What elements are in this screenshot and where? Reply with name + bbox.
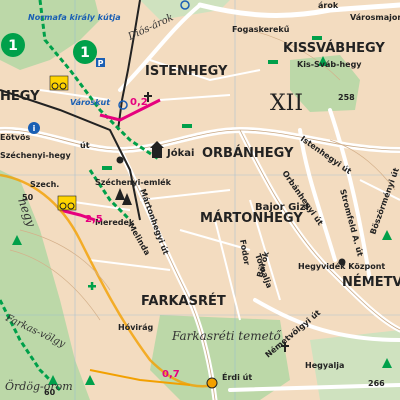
district-label: ISTENHEGY xyxy=(145,64,228,79)
distance-label: 0,7 xyxy=(162,369,180,380)
map-canvas[interactable]: 1 1 i P ISTENHEGY ORBÁNHEGY MÁRTONHEGY F… xyxy=(0,0,400,400)
elevation-label: 50 xyxy=(22,193,34,202)
district-label: HEGY xyxy=(0,89,40,104)
place-label: Farkasréti temető xyxy=(171,329,282,343)
parking-icon[interactable]: P xyxy=(96,58,105,68)
distance-label: 0,2 xyxy=(130,97,148,108)
elevation-label: 266 xyxy=(368,379,385,388)
place-label: Szech. xyxy=(30,180,59,189)
route-number: 1 xyxy=(80,45,90,61)
place-label: Eötvös xyxy=(0,133,30,142)
bus-stop-icon[interactable] xyxy=(116,156,124,164)
district-label: ORBÁNHEGY xyxy=(202,145,294,161)
place-label: Hegyalja xyxy=(305,361,344,370)
route-badge[interactable]: 1 xyxy=(1,33,25,57)
district-label: KISSVÁBHEGY xyxy=(283,40,385,56)
place-label: Normafa király kútja xyxy=(28,13,121,22)
place-label: Bajor Gizi xyxy=(255,202,309,213)
svg-text:i: i xyxy=(33,124,36,133)
route-badge[interactable]: 1 xyxy=(73,40,97,64)
place-label: Városmajor xyxy=(350,13,400,22)
elevation-label: 60 xyxy=(44,388,56,397)
street-label: Hóvirág xyxy=(118,322,153,332)
place-label: Fogaskerekű xyxy=(232,25,290,34)
place-label: Jókai xyxy=(166,147,194,159)
district-label: NÉMETVÖLGY xyxy=(342,274,400,290)
bus-stop-icon[interactable] xyxy=(206,377,218,389)
district-number: XII xyxy=(270,91,303,116)
place-label: Ördög-orom xyxy=(5,379,73,393)
place-label: Széchenyi-hegy xyxy=(0,150,72,160)
place-label: Városkut xyxy=(70,98,111,107)
district-label: FARKASRÉT xyxy=(141,293,226,309)
distance-label: 2,5 xyxy=(85,214,103,225)
bike-icon[interactable] xyxy=(49,75,69,91)
place-label: Széchenyi-emlék xyxy=(95,177,172,187)
map-view[interactable]: 1 1 i P ISTENHEGY ORBÁNHEGY MÁRTONHEGY F… xyxy=(0,0,400,400)
route-number: 1 xyxy=(8,38,18,54)
svg-text:P: P xyxy=(98,59,104,68)
elevation-label: 258 xyxy=(338,93,355,102)
place-label: árok xyxy=(318,1,339,10)
bike-icon[interactable] xyxy=(57,195,77,211)
place-label: Kis-Sváb-hegy xyxy=(297,60,362,69)
street-label: út xyxy=(80,141,90,150)
place-label: Hegyvidék Központ xyxy=(298,261,385,271)
street-label: Érdi út xyxy=(222,371,252,382)
